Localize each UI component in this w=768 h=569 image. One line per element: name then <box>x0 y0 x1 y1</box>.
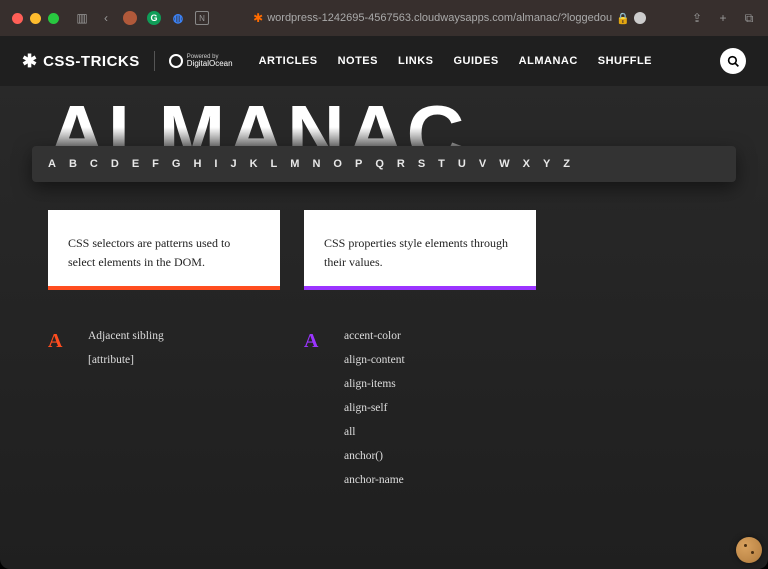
alpha-link-e[interactable]: E <box>132 158 140 170</box>
alpha-link-t[interactable]: T <box>438 158 446 170</box>
alpha-link-h[interactable]: H <box>193 158 202 170</box>
alpha-link-w[interactable]: W <box>499 158 510 170</box>
logo-text: CSS-TRICKS <box>43 53 140 70</box>
properties-items: accent-color align-content align-items alig… <box>344 330 536 486</box>
alpha-link-f[interactable]: F <box>152 158 160 170</box>
alpha-link-d[interactable]: D <box>111 158 120 170</box>
properties-item[interactable]: all <box>344 426 536 438</box>
chevron-left-icon[interactable]: ‹ <box>99 11 113 25</box>
properties-item[interactable]: align-self <box>344 402 536 414</box>
alpha-link-u[interactable]: U <box>458 158 467 170</box>
grammarly-icon[interactable]: G <box>147 11 161 25</box>
properties-item[interactable]: anchor-name <box>344 474 536 486</box>
window-controls <box>12 13 59 24</box>
selectors-item[interactable]: Adjacent sibling <box>88 330 280 342</box>
alpha-link-i[interactable]: I <box>214 158 218 170</box>
asterisk-icon: ✱ <box>22 51 37 72</box>
logo[interactable]: ✱ CSS-TRICKS <box>22 51 140 72</box>
lock-icon: 🔒 <box>616 12 630 25</box>
alpha-link-z[interactable]: Z <box>563 158 571 170</box>
alpha-link-s[interactable]: S <box>418 158 426 170</box>
sidebar-icon[interactable]: ▥ <box>75 11 89 25</box>
divider <box>154 51 155 71</box>
cookie-consent-icon[interactable] <box>736 537 762 563</box>
properties-item[interactable]: align-items <box>344 378 536 390</box>
properties-card-text: CSS properties style elements through th… <box>324 236 508 269</box>
close-window-button[interactable] <box>12 13 23 24</box>
digitalocean-icon <box>169 54 183 68</box>
alpha-link-p[interactable]: P <box>355 158 363 170</box>
alpha-link-m[interactable]: M <box>290 158 300 170</box>
nav-articles[interactable]: ARTICLES <box>259 55 318 67</box>
site-favicon-icon: ✱ <box>253 11 263 25</box>
toolbar-icons: ▥ ‹ G ◍ N <box>75 11 209 25</box>
properties-letter: A <box>304 330 324 486</box>
properties-card[interactable]: CSS properties style elements through th… <box>304 210 536 290</box>
site-header: ✱ CSS-TRICKS Powered by DigitalOcean ART… <box>0 36 768 86</box>
alpha-link-q[interactable]: Q <box>375 158 385 170</box>
main-nav: ARTICLES NOTES LINKS GUIDES ALMANAC SHUF… <box>259 55 652 67</box>
alpha-link-y[interactable]: Y <box>543 158 551 170</box>
properties-list: A accent-color align-content align-items al… <box>304 330 536 486</box>
extension-icon[interactable] <box>123 11 137 25</box>
nav-notes[interactable]: NOTES <box>338 55 378 67</box>
alpha-link-l[interactable]: L <box>271 158 279 170</box>
alpha-link-r[interactable]: R <box>397 158 406 170</box>
chrome-right: ⇪ + ⧉ <box>690 11 756 25</box>
alpha-link-a[interactable]: A <box>48 158 57 170</box>
selectors-letter: A <box>48 330 68 486</box>
search-icon <box>727 55 740 68</box>
alpha-link-v[interactable]: V <box>479 158 487 170</box>
alpha-link-k[interactable]: K <box>250 158 259 170</box>
tabs-icon[interactable]: ⧉ <box>742 11 756 25</box>
nav-shuffle[interactable]: SHUFFLE <box>598 55 652 67</box>
selectors-list: A Adjacent sibling [attribute] <box>48 330 280 486</box>
lists-row: A Adjacent sibling [attribute] A accent-c… <box>0 290 768 486</box>
alpha-link-c[interactable]: C <box>90 158 99 170</box>
digitalocean-logo[interactable]: Powered by DigitalOcean <box>169 54 233 68</box>
onepassword-icon[interactable]: ◍ <box>171 11 185 25</box>
maximize-window-button[interactable] <box>48 13 59 24</box>
alpha-link-g[interactable]: G <box>172 158 182 170</box>
cards-row: CSS selectors are patterns used to selec… <box>0 182 768 290</box>
selectors-card[interactable]: CSS selectors are patterns used to selec… <box>48 210 280 290</box>
alpha-nav: ABCDEFGHIJ KLMNOPQRSTUVW XYZ <box>32 146 736 182</box>
alpha-link-j[interactable]: J <box>230 158 237 170</box>
alpha-link-o[interactable]: O <box>333 158 343 170</box>
reader-icon[interactable] <box>634 12 646 24</box>
nav-links[interactable]: LINKS <box>398 55 434 67</box>
nav-almanac[interactable]: ALMANAC <box>519 55 578 67</box>
search-button[interactable] <box>720 48 746 74</box>
app-window: ✱ CSS-TRICKS Powered by DigitalOcean ART… <box>0 36 768 569</box>
address-bar[interactable]: ✱ wordpress-1242695-4567563.cloudwaysapp… <box>217 11 682 25</box>
selectors-card-text: CSS selectors are patterns used to selec… <box>68 236 230 269</box>
selectors-items: Adjacent sibling [attribute] <box>88 330 280 486</box>
properties-item[interactable]: align-content <box>344 354 536 366</box>
properties-item[interactable]: accent-color <box>344 330 536 342</box>
alpha-link-n[interactable]: N <box>312 158 321 170</box>
properties-item[interactable]: anchor() <box>344 450 536 462</box>
url-text: wordpress-1242695-4567563.cloudwaysapps.… <box>267 12 612 24</box>
new-tab-icon[interactable]: + <box>716 11 730 25</box>
selectors-item[interactable]: [attribute] <box>88 354 280 366</box>
minimize-window-button[interactable] <box>30 13 41 24</box>
digitalocean-text: Powered by DigitalOcean <box>187 54 233 68</box>
alpha-link-x[interactable]: X <box>523 158 531 170</box>
alpha-link-b[interactable]: B <box>69 158 78 170</box>
notion-icon[interactable]: N <box>195 11 209 25</box>
nav-guides[interactable]: GUIDES <box>453 55 498 67</box>
browser-chrome: ▥ ‹ G ◍ N ✱ wordpress-1242695-4567563.cl… <box>0 0 768 36</box>
share-icon[interactable]: ⇪ <box>690 11 704 25</box>
